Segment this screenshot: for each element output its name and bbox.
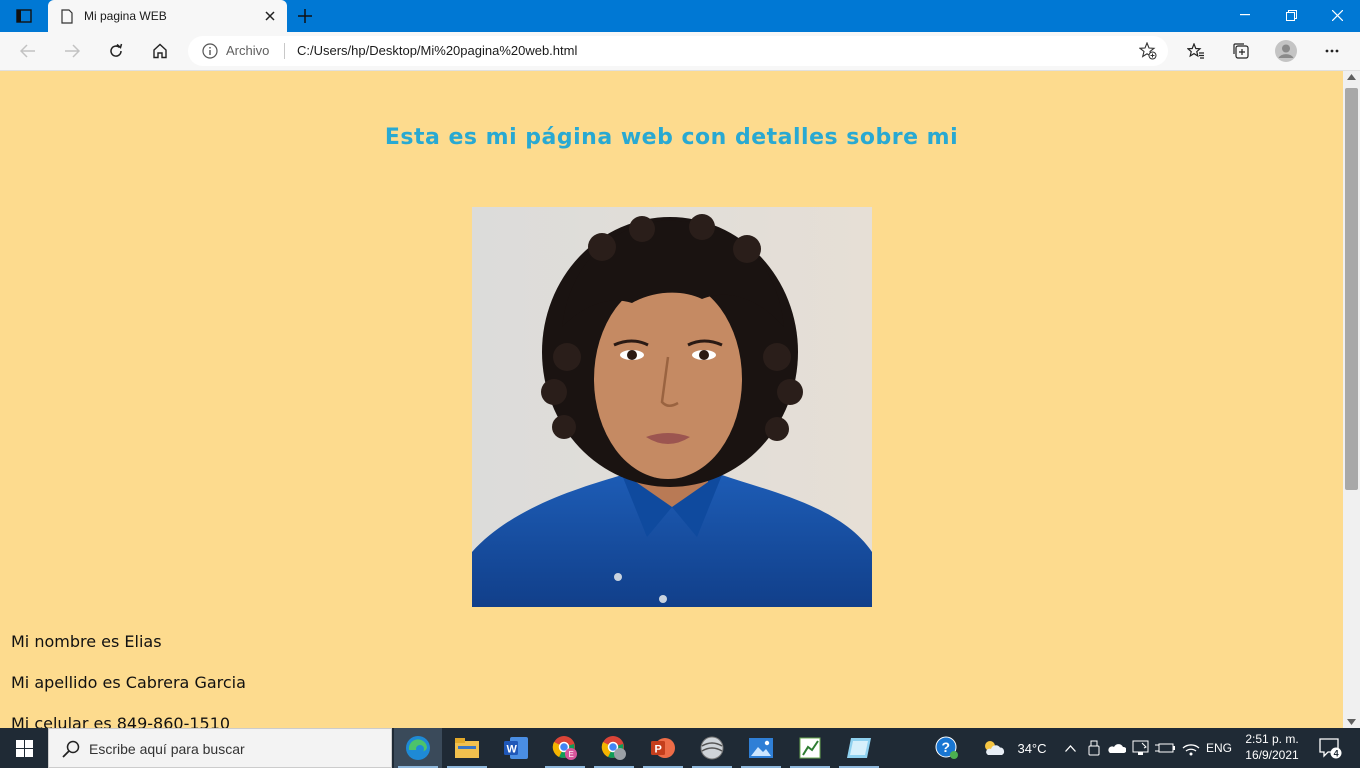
collections-icon[interactable]: [1226, 37, 1256, 65]
usb-device-icon[interactable]: [1084, 728, 1104, 768]
clock-time: 2:51 p. m.: [1245, 732, 1299, 746]
page-icon: [60, 8, 74, 24]
svg-text:?: ?: [942, 739, 951, 755]
address-separator: [284, 43, 285, 59]
notifications-icon[interactable]: 4: [1314, 728, 1346, 768]
scroll-up-icon[interactable]: [1347, 74, 1356, 80]
back-icon[interactable]: [13, 37, 43, 65]
page-content: Esta es mi página web con detalles sobre…: [0, 71, 1343, 728]
name-line: Mi nombre es Elias: [11, 632, 162, 651]
browser-tab[interactable]: Mi pagina WEB: [48, 0, 287, 32]
clock-date: 16/9/2021: [1245, 748, 1299, 762]
powerpoint-icon[interactable]: P: [639, 728, 687, 768]
svg-text:P: P: [655, 744, 662, 756]
address-scheme: Archivo: [226, 43, 270, 58]
notification-count: 4: [1334, 749, 1339, 759]
search-icon: [62, 740, 80, 758]
search-placeholder: Escribe aquí para buscar: [89, 741, 245, 757]
page-heading: Esta es mi página web con detalles sobre…: [384, 125, 959, 150]
minimize-icon[interactable]: [1222, 0, 1268, 30]
info-icon[interactable]: [202, 43, 218, 59]
svg-text:E: E: [569, 750, 574, 759]
edge-taskbar-icon[interactable]: [394, 728, 442, 768]
tab-title: Mi pagina WEB: [84, 9, 167, 23]
clock[interactable]: 2:51 p. m. 16/9/2021: [1236, 731, 1308, 763]
scroll-down-icon[interactable]: [1347, 719, 1356, 725]
home-icon[interactable]: [145, 37, 175, 65]
tab-actions-icon[interactable]: [8, 5, 40, 27]
display-device-icon[interactable]: [1130, 728, 1152, 768]
weather-icon[interactable]: [982, 728, 1006, 768]
taskbar-search-box[interactable]: Escribe aquí para buscar: [48, 728, 392, 768]
browser-nav-bar: Archivo C:/Users/hp/Desktop/Mi%20pagina%…: [0, 32, 1360, 71]
close-window-icon[interactable]: [1314, 0, 1360, 30]
refresh-icon[interactable]: [101, 37, 131, 65]
chevron-up-icon[interactable]: [1060, 728, 1080, 768]
app-sphere-icon[interactable]: [688, 728, 736, 768]
snipping-tool-icon[interactable]: [835, 728, 883, 768]
photos-icon[interactable]: [737, 728, 785, 768]
favorites-icon[interactable]: [1181, 37, 1211, 65]
forward-icon[interactable]: [57, 37, 87, 65]
weather-temperature[interactable]: 34°C: [1008, 728, 1056, 768]
language-indicator[interactable]: ENG: [1204, 728, 1234, 768]
battery-icon[interactable]: [1154, 728, 1176, 768]
address-bar[interactable]: Archivo C:/Users/hp/Desktop/Mi%20pagina%…: [188, 36, 1168, 66]
word-icon[interactable]: W: [492, 728, 540, 768]
new-tab-icon[interactable]: [292, 4, 318, 28]
help-icon[interactable]: ?: [930, 728, 964, 768]
more-options-icon[interactable]: [1317, 37, 1347, 65]
chrome-profile-icon[interactable]: E: [541, 728, 589, 768]
chrome-icon[interactable]: [590, 728, 638, 768]
address-url[interactable]: C:/Users/hp/Desktop/Mi%20pagina%20web.ht…: [297, 43, 577, 58]
browser-title-bar: Mi pagina WEB: [0, 0, 1360, 32]
profile-photo: [472, 207, 872, 607]
onedrive-icon[interactable]: [1106, 728, 1128, 768]
restore-icon[interactable]: [1268, 0, 1314, 30]
wifi-icon[interactable]: [1180, 728, 1202, 768]
add-favorite-icon[interactable]: [1136, 40, 1160, 62]
taskbar: Escribe aquí para buscar W E P ? 34°C EN…: [0, 728, 1360, 768]
file-explorer-icon[interactable]: [443, 728, 491, 768]
scrollbar-thumb[interactable]: [1345, 88, 1358, 490]
vertical-scrollbar[interactable]: [1343, 71, 1360, 728]
surname-line: Mi apellido es Cabrera Garcia: [11, 673, 246, 692]
windows-start-icon[interactable]: [0, 728, 48, 768]
profile-avatar-icon[interactable]: [1271, 37, 1301, 65]
svg-text:W: W: [507, 744, 518, 756]
notepad-chart-icon[interactable]: [786, 728, 834, 768]
close-tab-icon[interactable]: [257, 3, 283, 29]
phone-line: Mi celular es 849-860-1510: [11, 714, 231, 728]
